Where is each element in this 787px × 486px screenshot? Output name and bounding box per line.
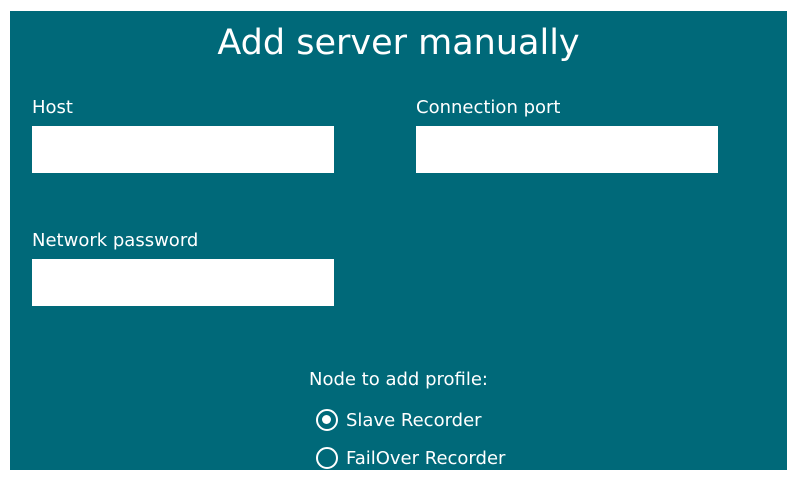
connection-port-input[interactable] [416, 126, 718, 173]
radio-unchecked-icon[interactable] [316, 447, 338, 469]
radio-failover-recorder-label[interactable]: FailOver Recorder [346, 448, 505, 469]
network-password-input[interactable] [32, 259, 334, 306]
radio-slave-recorder[interactable]: Slave Recorder [316, 405, 482, 435]
add-server-dialog: Add server manually Host Connection port… [10, 11, 787, 470]
host-input[interactable] [32, 126, 334, 173]
host-label: Host [32, 97, 73, 118]
dialog-title: Add server manually [217, 23, 580, 63]
radio-slave-recorder-label[interactable]: Slave Recorder [346, 410, 482, 431]
network-password-label: Network password [32, 230, 199, 251]
radio-failover-recorder[interactable]: FailOver Recorder [316, 443, 505, 473]
profile-label: Node to add profile: [308, 369, 488, 390]
radio-checked-icon[interactable] [316, 409, 338, 431]
connection-port-label: Connection port [416, 97, 561, 118]
